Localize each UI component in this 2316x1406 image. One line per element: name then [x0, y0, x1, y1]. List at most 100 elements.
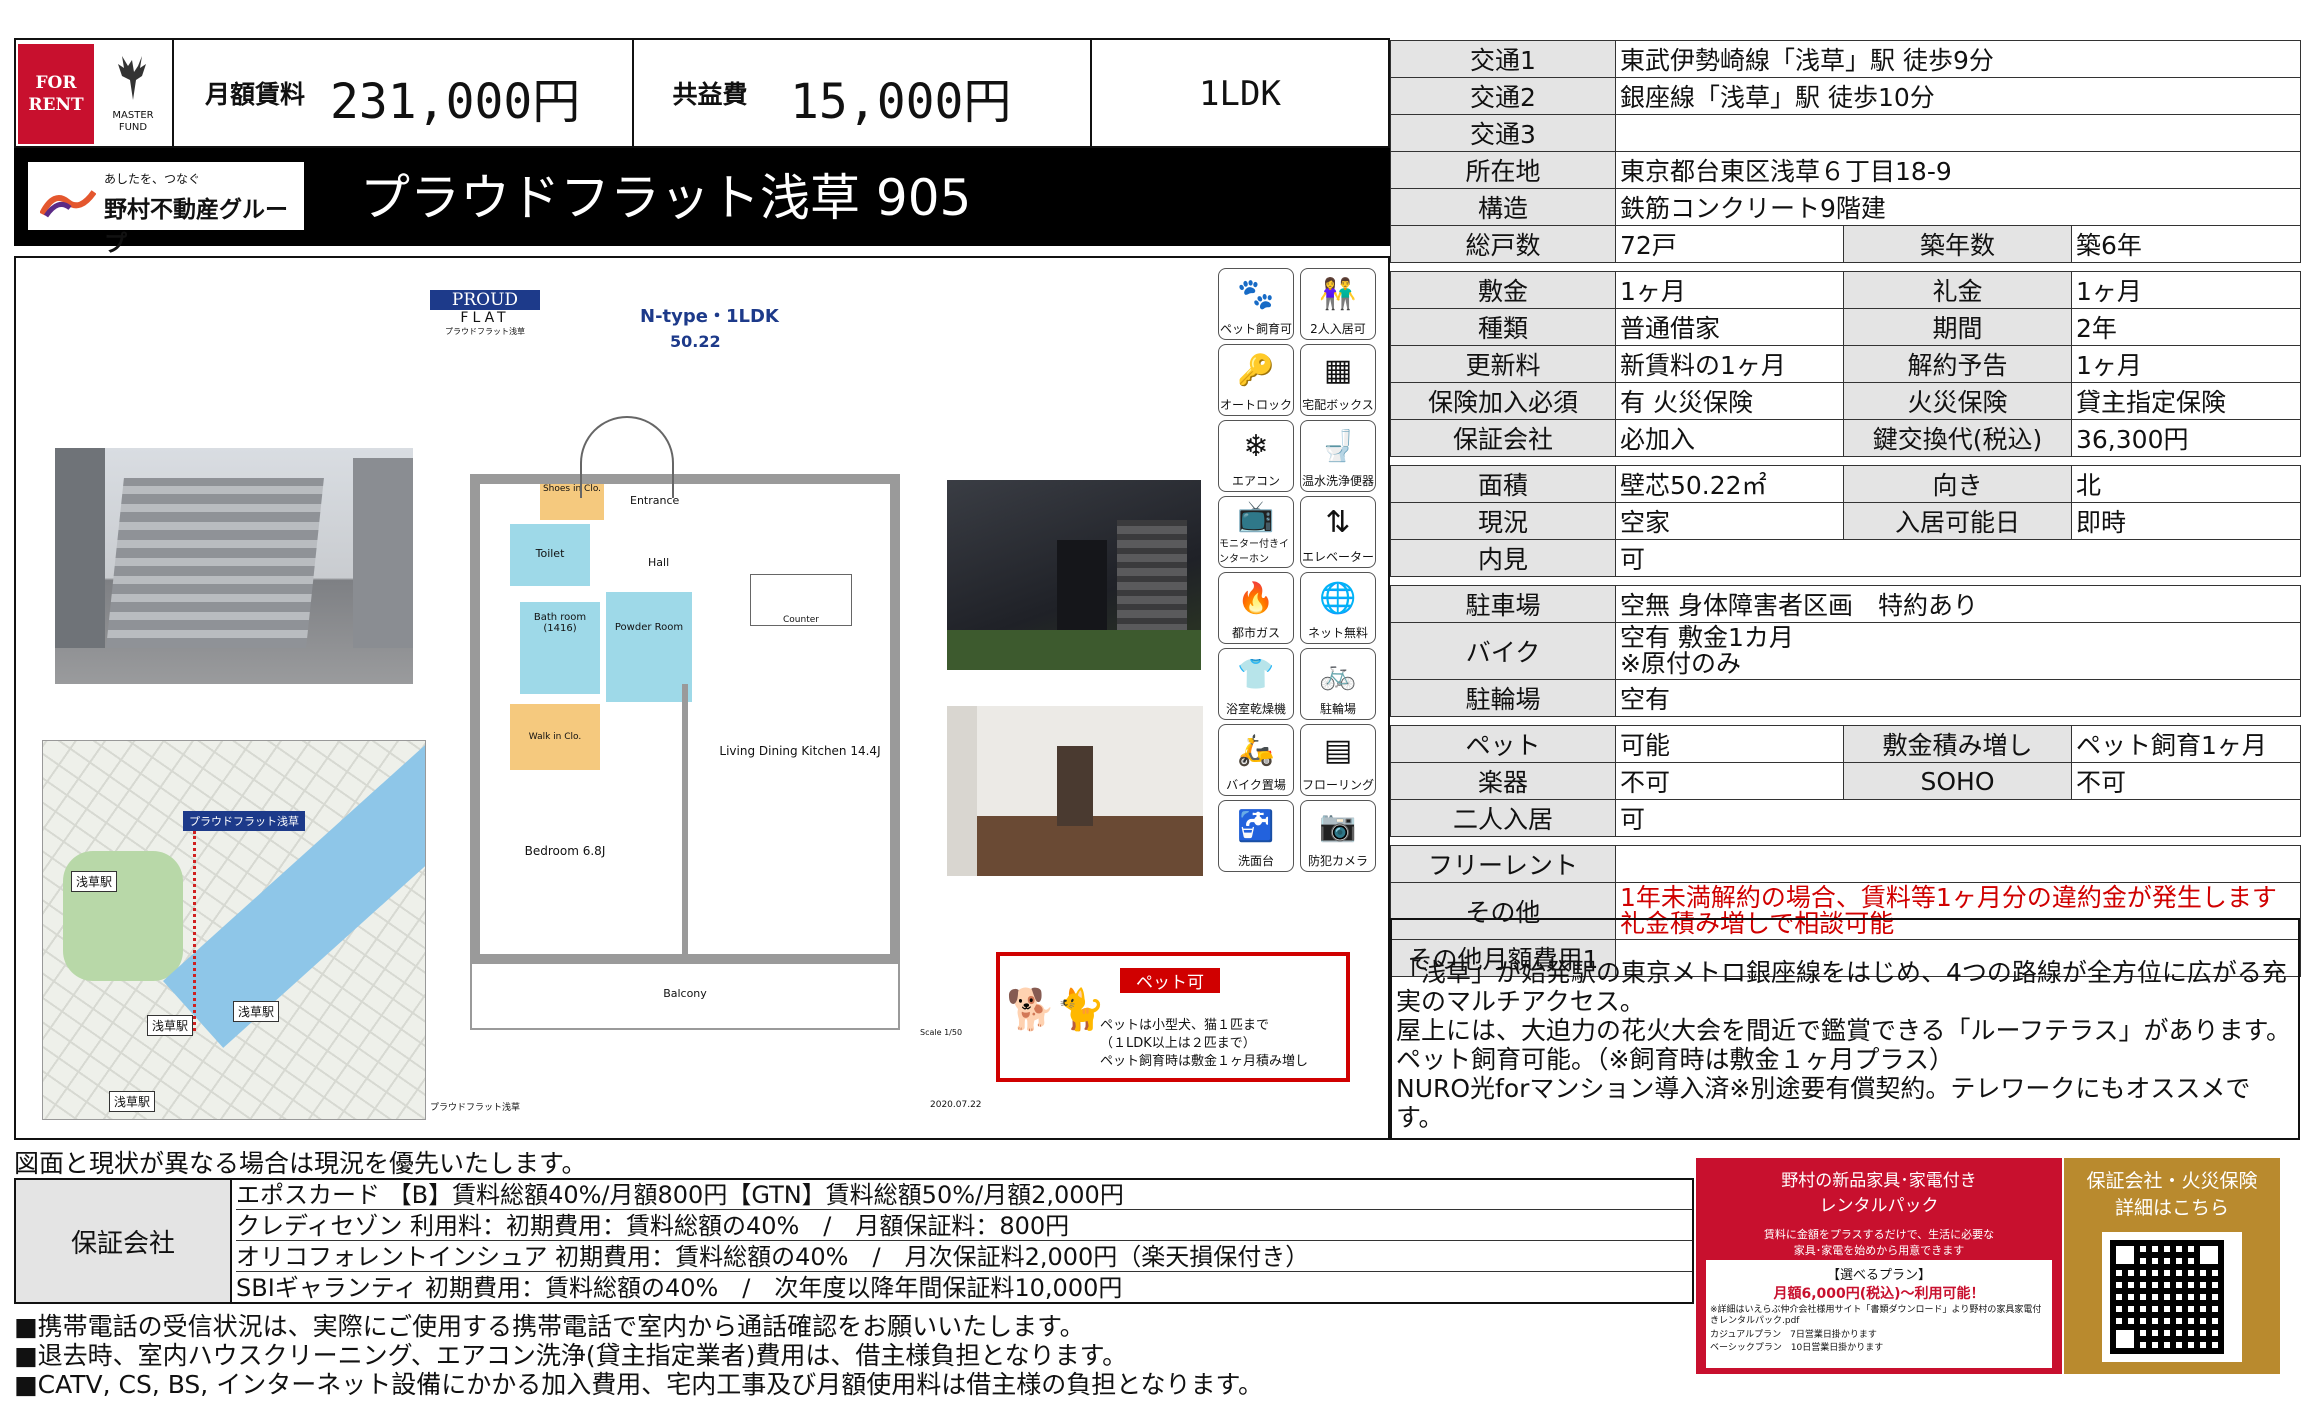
station-label: 浅草駅 — [109, 1091, 156, 1112]
parcel-box-icon: ▦ 宅配ボックス — [1300, 344, 1376, 416]
spec-table: 交通1 東武伊勢崎線「浅草」駅 徒歩9分 交通2 銀座線「浅草」駅 徒歩10分 交通… — [1390, 40, 2302, 977]
table-row: 構造 鉄筋コンクリート9階建 — [1390, 188, 2302, 226]
floor-plan: PROUD FLAT プラウドフラット浅草 N-type・1LDK 50.22 … — [430, 284, 982, 1114]
station-label: 浅草駅 — [71, 871, 118, 892]
table-row: 交通1 東武伊勢崎線「浅草」駅 徒歩9分 — [1390, 40, 2302, 78]
table-row: 総戸数 72戸 築年数 築6年 — [1390, 225, 2302, 263]
table-row: フリーレント — [1390, 845, 2301, 883]
interior-photo — [947, 706, 1203, 876]
disclaimer: 図面と現状が異なる場合は現況を優先いたします。 — [14, 1149, 587, 1178]
description-box: 「浅草」が始発駅の東京メトロ銀座線をはじめ、4つの路線が全方位に広がる充実のマル… — [1390, 918, 2300, 1140]
bath-dryer-icon: 👕 浴室乾燥機 — [1218, 648, 1294, 720]
nomura-logo: あしたを、つなぐ 野村不動産グループ — [28, 162, 304, 257]
plan-date: 2020.07.22 — [930, 1100, 982, 1110]
qr-code-icon[interactable] — [2102, 1232, 2242, 1362]
powder-room: Powder Room — [606, 592, 692, 702]
proud-logo: PROUD FLAT プラウドフラット浅草 — [430, 290, 540, 337]
contract-table: 敷金 1ヶ月 礼金 1ヶ月 種類 普通借家 期間 2年 更新料 新賃料の1ヶ月 解約予告 1ヶ月 … — [1390, 271, 2301, 457]
description-line: NURO光forマンション導入済※別途要有償契約。テレワークにもオススメです。 — [1396, 1074, 2251, 1132]
note-line: ■CATV, CS, BS, インターネット設備にかかる加入費用、宅内工事及び月… — [14, 1370, 1263, 1399]
inner-wall — [682, 684, 688, 954]
pet-cat-dog-icon: 🐕🐈 — [1006, 987, 1106, 1033]
guarantee-table: 保証会社 エポスカード 【B】賃料総額40%/月額800円【GTN】賃料総額50… — [14, 1178, 1694, 1304]
internet-icon: 🌐 ネット無料 — [1300, 572, 1376, 644]
bedroom: Bedroom 6.8J — [524, 844, 606, 858]
nomura-name: 野村不動産グループ — [104, 197, 288, 257]
toilet-icon: 🚽 温水洗浄便器 — [1300, 420, 1376, 492]
pet-notice: 🐕🐈 ペット可 ペットは小型犬、猫１匹まで （１LDK以上は２匹まで） ペット飼… — [996, 952, 1350, 1082]
table-row: 交通3 — [1390, 114, 2302, 152]
toilet-room: Toilet — [510, 524, 590, 586]
guarantee-label: 保証会社 — [16, 1180, 232, 1302]
walk-in-closet: Walk in Clo. — [510, 704, 600, 770]
washbasin-icon: 🚰 洗面台 — [1218, 800, 1294, 872]
description-line: ペット飼育可能。（※飼育時は敷金１ヶ月プラス） — [1396, 1045, 1954, 1074]
table-row: ペット 可能 敷金積み増し ペット飼育1ヶ月 — [1390, 725, 2301, 763]
rent-label: 月額賃料 — [204, 80, 305, 109]
amenity-grid: 🐾 ペット飼育可 👫 2人入居可 🔑 オートロック ▦ 宅配ボックス ❄ エアコン 🚽 温水… — [1218, 268, 1386, 884]
table-row: 交通2 銀座線「浅草」駅 徒歩10分 — [1390, 77, 2302, 115]
scooter-icon: 🛵 バイク置場 — [1218, 724, 1294, 796]
plan-scale: Scale 1/50 — [920, 1028, 963, 1037]
table-row: 保険加入必須有 火災保険 火災保険 貸主指定保険 — [1390, 382, 2301, 420]
fee-label: 共益費 — [672, 80, 748, 109]
station-label: 浅草駅 — [233, 1001, 280, 1022]
plan-area: 50.22 — [670, 332, 721, 351]
bath-room: Bath room (1416) — [520, 602, 600, 694]
plan-caption: プラウドフラット浅草 — [430, 1103, 521, 1113]
for-rent-logo: FOR RENT — [18, 44, 94, 144]
map-pin-label: プラウドフラット浅草 — [183, 811, 305, 831]
couple-icon: 👫 2人入居可 — [1300, 268, 1376, 340]
table-row: 更新料 新賃料の1ヶ月 解約予告 1ヶ月 — [1390, 345, 2301, 383]
property-name: プラウドフラット浅草 905 — [360, 169, 972, 227]
flooring-icon: ▤ フローリング — [1300, 724, 1376, 796]
description-line: 屋上には、大迫力の花火大会を間近で鑑賞できる「ルーフテラス」があります。 — [1396, 1016, 2292, 1045]
layout-type: 1LDK — [1199, 74, 1281, 114]
table-row: 現況 空家 入居可能日 即時 — [1390, 502, 2301, 540]
guarantee-row: エポスカード 【B】賃料総額40%/月額800円【GTN】賃料総額50%/月額2… — [236, 1180, 1692, 1210]
access-table: 交通1 東武伊勢崎線「浅草」駅 徒歩9分 交通2 銀座線「浅草」駅 徒歩10分 交通… — [1390, 40, 2302, 263]
description-line: 「浅草」が始発駅の東京メトロ銀座線をはじめ、4つの路線が全方位に広がる充実のマル… — [1396, 958, 2287, 1016]
guarantee-row: オリコフォレントインシュア 初期費用：賃料総額の40% / 月次保証料2,000… — [236, 1242, 1692, 1272]
guarantee-row: SBIギャランティ 初期費用：賃料総額の40% / 次年度以降年間保証料10,0… — [236, 1274, 1123, 1302]
table-row: 楽器 不可 SOHO 不可 — [1390, 762, 2301, 800]
master-fund-text: MASTER FUND — [112, 110, 154, 133]
pet-title: ペット可 — [1120, 968, 1220, 993]
route-dotted — [193, 831, 200, 1031]
building-photo — [55, 448, 413, 684]
rent-value: 231,000円 — [330, 74, 581, 130]
bicycle-icon: 🚲 駐輪場 — [1300, 648, 1376, 720]
entrance-photo — [947, 480, 1201, 670]
table-row: 内見可 — [1390, 539, 2301, 577]
parking-table: 駐車場 空無 身体障害者区画 特約あり バイク 空有 敷金1カ月 ※原付のみ 駐輪場空… — [1390, 585, 2301, 717]
entry-door — [580, 416, 674, 498]
ldk: Living Dining Kitchen 14.4J — [719, 744, 881, 758]
table-row: 種類 普通借家 期間 2年 — [1390, 308, 2301, 346]
table-row: 保証会社 必加入 鍵交換代(税込) 36,300円 — [1390, 419, 2301, 457]
qr-info-box[interactable]: 保証会社・火災保険 詳細はこちら — [2064, 1158, 2280, 1374]
table-row: 駐車場 空無 身体障害者区画 特約あり — [1390, 585, 2301, 623]
master-fund-logo: MASTER FUND — [100, 50, 166, 144]
table-row: 敷金 1ヶ月 礼金 1ヶ月 — [1390, 271, 2301, 309]
table-row: 二人入居可 — [1390, 799, 2301, 837]
key-icon: 🔑 オートロック — [1218, 344, 1294, 416]
table-row: 所在地 東京都台東区浅草６丁目18-9 — [1390, 151, 2302, 189]
table-row: 駐輪場 空有 — [1390, 679, 2301, 717]
pet-icon: 🐾 ペット飼育可 — [1218, 268, 1294, 340]
camera-icon: 📷 防犯カメラ — [1300, 800, 1376, 872]
room-table: 面積 壁芯50.22㎡ 向き北 現況 空家 入居可能日 即時 内見可 — [1390, 465, 2301, 577]
guarantee-row: クレディセゾン 利用料：初期費用：賃料総額の40% / 月額保証料：800円 — [236, 1211, 1692, 1241]
table-row: 面積 壁芯50.22㎡ 向き北 — [1390, 465, 2301, 503]
deer-icon — [118, 56, 146, 100]
kitchen-counter: Counter — [750, 574, 852, 626]
elevator-icon: ⇅ エレベーター — [1300, 496, 1376, 568]
furniture-rental-ad[interactable]: 野村の新品家具･家電付き レンタルパック 賃料に金額をプラスするだけで、生活に必… — [1696, 1158, 2062, 1374]
nomura-tagline: あしたを、つなぐ — [104, 172, 201, 186]
plan-type: N-type・1LDK — [640, 306, 779, 327]
area-map: プラウドフラット浅草 浅草駅 浅草駅 浅草駅 浅草駅 — [42, 740, 426, 1120]
table-row: バイク 空有 敷金1カ月 ※原付のみ — [1390, 622, 2301, 680]
nomura-swoosh-icon — [40, 190, 96, 218]
note-line: ■携帯電話の受信状況は、実際にご使用する携帯電話で室内から通話確認をお願いいたし… — [14, 1312, 1085, 1341]
balcony: Balcony — [470, 964, 900, 1030]
aircon-icon: ❄ エアコン — [1218, 420, 1294, 492]
